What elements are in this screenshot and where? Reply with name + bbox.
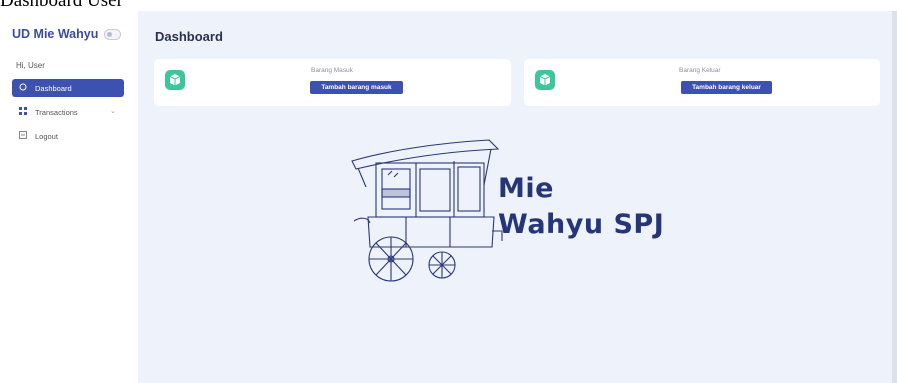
circle-icon <box>16 83 30 93</box>
theme-toggle[interactable] <box>104 29 121 40</box>
food-cart-illustration <box>351 139 503 282</box>
grid-icon <box>16 107 30 117</box>
brand-title: UD Mie Wahyu <box>12 27 99 41</box>
logo-line-1: Mie <box>498 173 554 204</box>
card-barang-masuk: Barang Masuk Tambah barang masuk <box>154 59 511 106</box>
sidebar-item-dashboard[interactable]: Dashboard <box>12 79 124 97</box>
add-outgoing-goods-button[interactable]: Tambah barang keluar <box>681 81 772 94</box>
sidebar-item-logout[interactable]: Logout <box>12 127 124 145</box>
logo-line-2: Wahyu SPJ <box>498 209 665 240</box>
sidebar-item-label: Transactions <box>35 107 78 117</box>
box-icon <box>535 70 555 90</box>
page-title: Dashboard <box>155 29 223 44</box>
page-caption: Dashboard User <box>0 0 123 11</box>
chevron-down-icon[interactable]: ⌄ <box>110 107 116 115</box>
user-greeting: Hi, User <box>16 61 45 70</box>
sidebar-item-label: Dashboard <box>35 83 72 93</box>
sidebar-item-transactions[interactable]: Transactions ⌄ <box>12 103 124 121</box>
card-barang-keluar: Barang Keluar Tambah barang keluar <box>524 59 880 106</box>
card-label: Barang Masuk <box>311 67 353 74</box>
sidebar-item-label: Logout <box>35 131 58 141</box>
card-label: Barang Keluar <box>679 67 721 74</box>
add-incoming-goods-button[interactable]: Tambah barang masuk <box>310 81 403 94</box>
main-content: Dashboard Barang Masuk Tambah barang mas… <box>138 11 897 383</box>
box-icon <box>165 70 185 90</box>
logout-icon <box>16 131 30 141</box>
scrollbar[interactable] <box>892 11 897 383</box>
sidebar: UD Mie Wahyu Hi, User Dashboard Transact… <box>0 11 138 383</box>
scrollbar-thumb[interactable] <box>892 11 897 383</box>
